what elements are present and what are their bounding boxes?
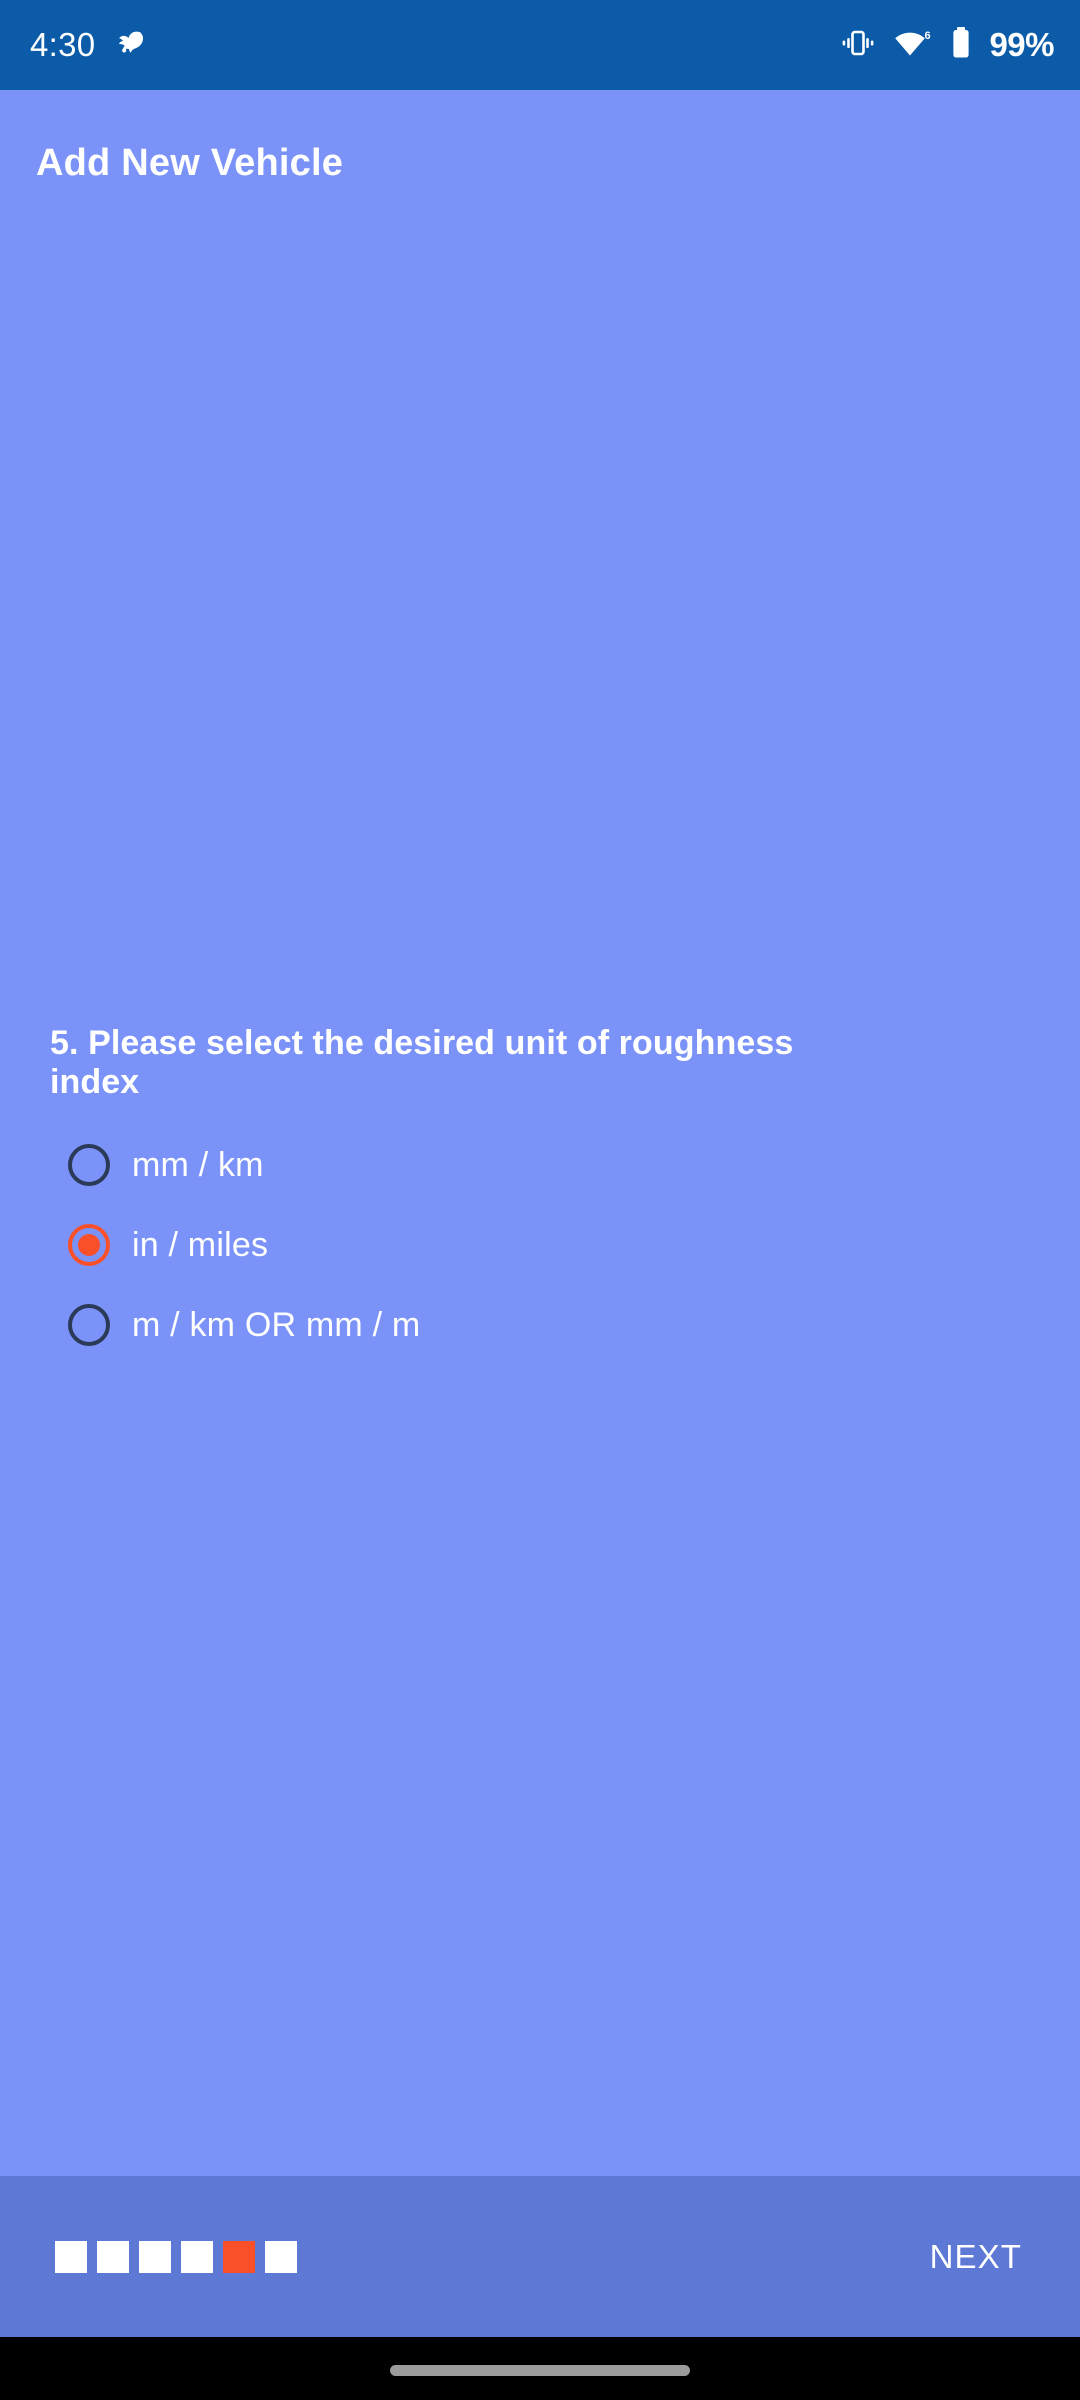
step-box-1[interactable] [55, 2240, 87, 2273]
radio-option-mm-km[interactable]: mm / km [50, 1125, 1032, 1205]
step-box-2[interactable] [97, 2240, 129, 2273]
step-box-3[interactable] [139, 2240, 171, 2273]
next-button[interactable]: NEXT [916, 2228, 1036, 2286]
vibrate-icon [840, 27, 876, 64]
radio-inner-dot [78, 1233, 100, 1256]
radio-option-label: in / miles [132, 1225, 269, 1264]
radio-option-label: mm / km [132, 1145, 264, 1184]
step-box-4[interactable] [181, 2240, 213, 2273]
question-prompt: 5. Please select the desired unit of rou… [50, 1024, 794, 1102]
battery-percent-label: 99% [989, 25, 1054, 63]
status-bar: 4:30 6 99% [0, 0, 1080, 90]
radio-button-unselected[interactable] [68, 1143, 110, 1186]
step-box-5-active[interactable] [223, 2240, 255, 2273]
svg-text:6: 6 [925, 30, 931, 42]
radio-button-selected[interactable] [68, 1223, 110, 1266]
radio-option-in-miles[interactable]: in / miles [50, 1205, 1032, 1285]
battery-full-icon [950, 26, 972, 64]
page-title: Add New Vehicle [36, 142, 344, 184]
bottom-action-bar: NEXT [0, 2176, 1080, 2337]
wifi-6-icon: 6 [893, 27, 933, 64]
status-bar-right: 6 99% [840, 26, 1054, 64]
home-gesture-pill[interactable] [390, 2365, 690, 2376]
status-bar-clock: 4:30 [30, 25, 96, 63]
radio-group[interactable]: mm / km in / miles m / km OR mm / m [50, 1125, 1032, 1365]
radio-option-m-km-or-mm-m[interactable]: m / km OR mm / m [50, 1285, 1032, 1365]
radio-button-unselected[interactable] [68, 1303, 110, 1346]
system-navigation-bar [0, 2337, 1080, 2400]
question-block: 5. Please select the desired unit of rou… [0, 1024, 1080, 1365]
main-content: Add New Vehicle 5. Please select the des… [0, 90, 1080, 2176]
leaf-notification-icon [115, 26, 149, 65]
step-progress-indicator [55, 2240, 297, 2273]
phone-screen: 4:30 6 99% Add New Vehicle 5. Please sel… [0, 0, 1080, 2400]
radio-option-label: m / km OR mm / m [132, 1305, 421, 1344]
status-bar-left: 4:30 [30, 26, 149, 65]
step-box-6[interactable] [265, 2240, 297, 2273]
